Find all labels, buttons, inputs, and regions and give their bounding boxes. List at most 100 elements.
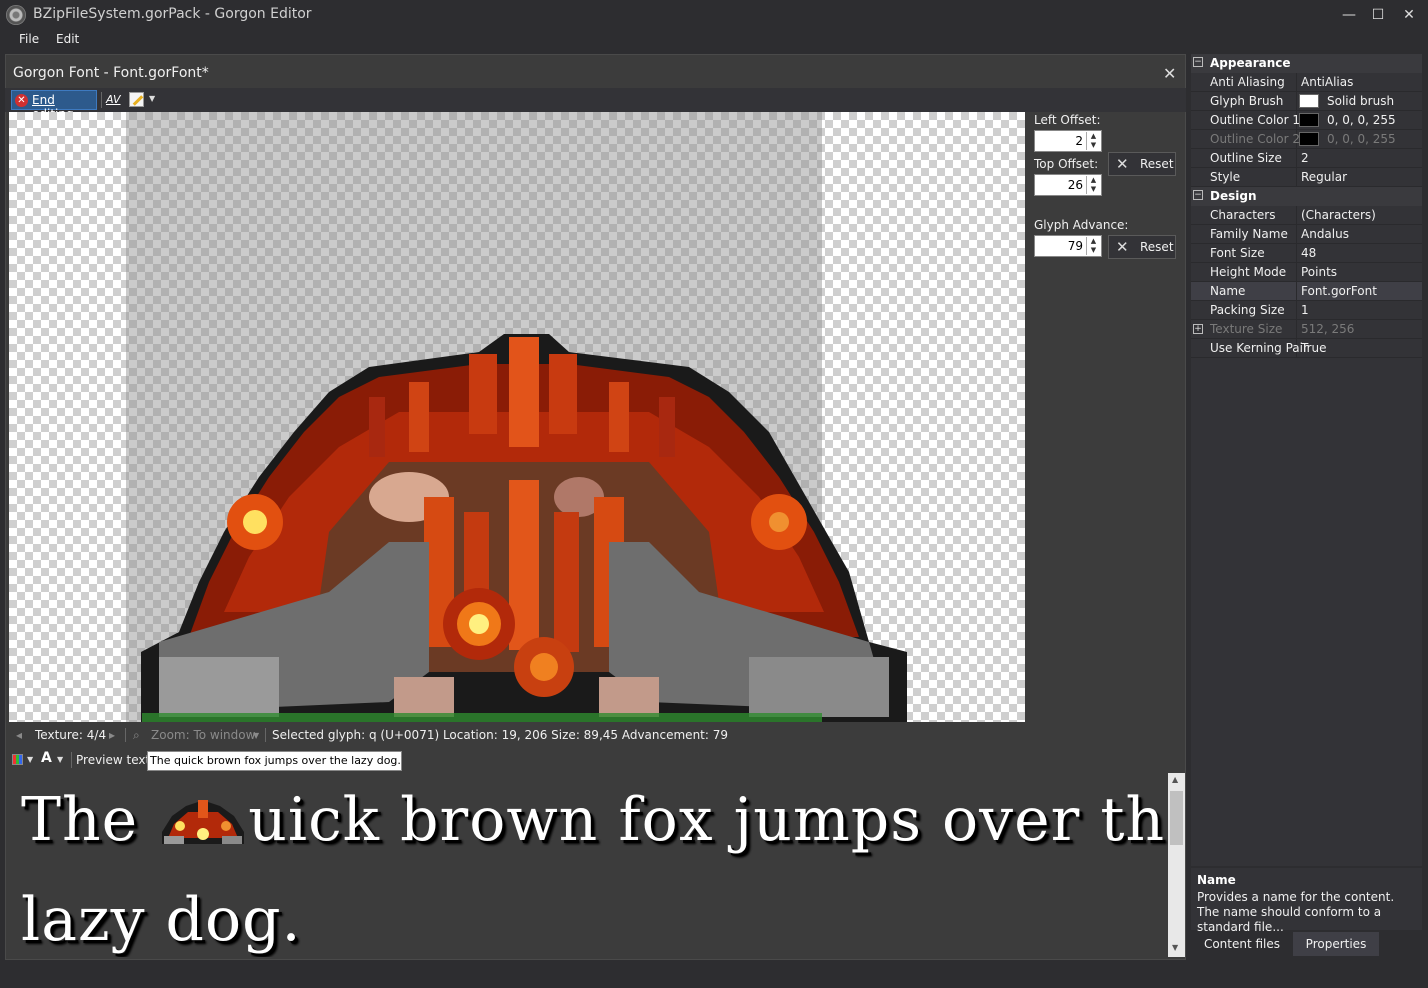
collapse-icon[interactable]: −: [1193, 190, 1203, 200]
prop-row-outline-color-2[interactable]: Outline Color 2 0, 0, 0, 255: [1191, 130, 1422, 149]
kerning-icon[interactable]: AV: [106, 93, 121, 106]
prop-row-outline-color-1[interactable]: Outline Color 1 0, 0, 0, 255: [1191, 111, 1422, 130]
chevron-down-icon[interactable]: ▼: [253, 731, 259, 740]
prop-row-family-name[interactable]: Family Name Andalus: [1191, 225, 1422, 244]
prop-row-packing-size[interactable]: Packing Size 1: [1191, 301, 1422, 320]
expand-icon[interactable]: +: [1193, 324, 1203, 334]
category-design[interactable]: − Design: [1191, 187, 1422, 206]
prop-row-name[interactable]: Name Font.gorFont: [1191, 282, 1422, 301]
glyph-canvas[interactable]: [9, 112, 1025, 722]
texture-indicator: Texture: 4/4: [35, 728, 107, 742]
reset-icon: ✕: [1116, 155, 1129, 173]
category-name: Appearance: [1210, 56, 1291, 70]
prop-row-style[interactable]: Style Regular: [1191, 168, 1422, 187]
preview-text-input[interactable]: The quick brown fox jumps over the lazy …: [147, 751, 402, 771]
top-offset-spinner[interactable]: 26 ▲ ▼: [1034, 174, 1102, 196]
prop-row-use-kerning-pair[interactable]: Use Kerning Pair True: [1191, 339, 1422, 358]
prop-name: Use Kerning Pair: [1210, 341, 1308, 355]
end-editing-button[interactable]: ✕ End editing: [11, 90, 97, 121]
preview-glyph-icon: [162, 800, 245, 844]
prop-name: Texture Size: [1210, 322, 1283, 336]
top-offset-value: 26: [1067, 178, 1083, 192]
prop-row-anti-aliasing[interactable]: Anti Aliasing AntiAlias: [1191, 73, 1422, 92]
left-offset-label: Left Offset:: [1034, 113, 1101, 127]
collapse-icon[interactable]: −: [1193, 57, 1203, 67]
prop-value: Font.gorFont: [1301, 284, 1377, 298]
status-separator: [125, 728, 126, 742]
zoom-dropdown[interactable]: Zoom: To window: [151, 728, 255, 742]
maximize-button[interactable]: ☐: [1363, 3, 1393, 27]
prop-row-outline-size[interactable]: Outline Size 2: [1191, 149, 1422, 168]
prop-value: 512, 256: [1301, 322, 1355, 336]
prop-value: Solid brush: [1327, 94, 1395, 108]
glyph-advance-spinner[interactable]: 79 ▲ ▼: [1034, 235, 1102, 257]
reset-advance-button[interactable]: ✕ Reset: [1108, 235, 1176, 259]
preview-render-area: The uick brown fox jumps over the lazy d…: [9, 773, 1168, 957]
prop-name: Outline Color 1: [1210, 113, 1301, 127]
reset-label: Reset: [1140, 240, 1174, 254]
document-title: Gorgon Font - Font.gorFont*: [13, 65, 209, 81]
cancel-icon: ✕: [15, 94, 28, 107]
scrollbar-thumb[interactable]: [1170, 791, 1183, 845]
chevron-down-icon[interactable]: ▼: [57, 755, 63, 764]
prop-row-glyph-brush[interactable]: Glyph Brush Solid brush: [1191, 92, 1422, 111]
reset-top-offset-button[interactable]: ✕ Reset: [1108, 152, 1176, 176]
prev-texture-icon[interactable]: ◂: [16, 728, 22, 742]
glyph-advance-value: 79: [1067, 239, 1083, 253]
description-title: Name: [1197, 873, 1236, 887]
prop-name: Anti Aliasing: [1210, 75, 1285, 89]
prop-name: Glyph Brush: [1210, 94, 1284, 108]
prop-row-texture-size[interactable]: + Texture Size 512, 256: [1191, 320, 1422, 339]
status-bar: ◂ Texture: 4/4 ▸ ⌕ Zoom: To window ▼ Sel…: [9, 724, 1181, 746]
reset-icon: ✕: [1116, 238, 1129, 256]
scroll-up-icon[interactable]: ▲: [1172, 775, 1178, 784]
color-swatch: [1299, 132, 1319, 146]
spinner-arrows-icon[interactable]: ▲ ▼: [1086, 176, 1100, 194]
preview-line-2: lazy dog.: [21, 885, 302, 955]
pencil-icon[interactable]: [129, 92, 144, 107]
font-style-icon[interactable]: A: [41, 750, 52, 766]
menu-edit[interactable]: Edit: [56, 32, 79, 46]
color-swatch: [1299, 113, 1319, 127]
prop-name: Family Name: [1210, 227, 1288, 241]
prop-name: Height Mode: [1210, 265, 1287, 279]
prop-value: AntiAlias: [1301, 75, 1354, 89]
color-picker-icon[interactable]: [12, 754, 23, 765]
prop-value: Points: [1301, 265, 1338, 279]
prop-name: Name: [1210, 284, 1246, 298]
prop-name: Outline Size: [1210, 151, 1282, 165]
preview-text-after: uick brown fox jumps over the: [248, 785, 1168, 855]
app-icon: [6, 5, 26, 25]
property-grid: − Appearance Anti Aliasing AntiAlias Gly…: [1191, 54, 1422, 866]
spinner-arrows-icon[interactable]: ▲ ▼: [1086, 237, 1100, 255]
prop-row-height-mode[interactable]: Height Mode Points: [1191, 263, 1422, 282]
preview-scrollbar[interactable]: ▲ ▼: [1168, 773, 1185, 957]
category-appearance[interactable]: − Appearance: [1191, 54, 1422, 73]
prop-value: 1: [1301, 303, 1309, 317]
prop-name: Outline Color 2: [1210, 132, 1301, 146]
tab-properties[interactable]: Properties: [1293, 932, 1379, 956]
top-offset-label: Top Offset:: [1034, 157, 1099, 171]
tab-content-files[interactable]: Content files: [1191, 932, 1293, 956]
minimize-button[interactable]: —: [1334, 3, 1364, 27]
left-offset-spinner[interactable]: 2 ▲ ▼: [1034, 130, 1102, 152]
prop-row-characters[interactable]: Characters (Characters): [1191, 206, 1422, 225]
spinner-arrows-icon[interactable]: ▲ ▼: [1086, 132, 1100, 150]
preview-line-1: The uick brown fox jumps over the: [21, 785, 1168, 855]
close-window-button[interactable]: ✕: [1394, 3, 1424, 27]
baseline-marker: [142, 713, 822, 722]
chevron-down-icon[interactable]: ▼: [27, 755, 33, 764]
prop-value: 0, 0, 0, 255: [1327, 132, 1396, 146]
prop-value: Regular: [1301, 170, 1348, 184]
close-document-icon[interactable]: ✕: [1163, 64, 1176, 83]
prop-row-font-size[interactable]: Font Size 48: [1191, 244, 1422, 263]
prop-value: Andalus: [1301, 227, 1349, 241]
status-separator: [265, 728, 266, 742]
reset-label: Reset: [1140, 157, 1174, 171]
title-bar: BZipFileSystem.gorPack - Gorgon Editor —…: [0, 0, 1428, 30]
chevron-down-icon[interactable]: ▼: [149, 94, 155, 103]
toolbar-separator: [71, 752, 72, 768]
scroll-down-icon[interactable]: ▼: [1172, 943, 1178, 952]
next-texture-icon[interactable]: ▸: [109, 728, 115, 742]
menu-file[interactable]: File: [19, 32, 39, 46]
